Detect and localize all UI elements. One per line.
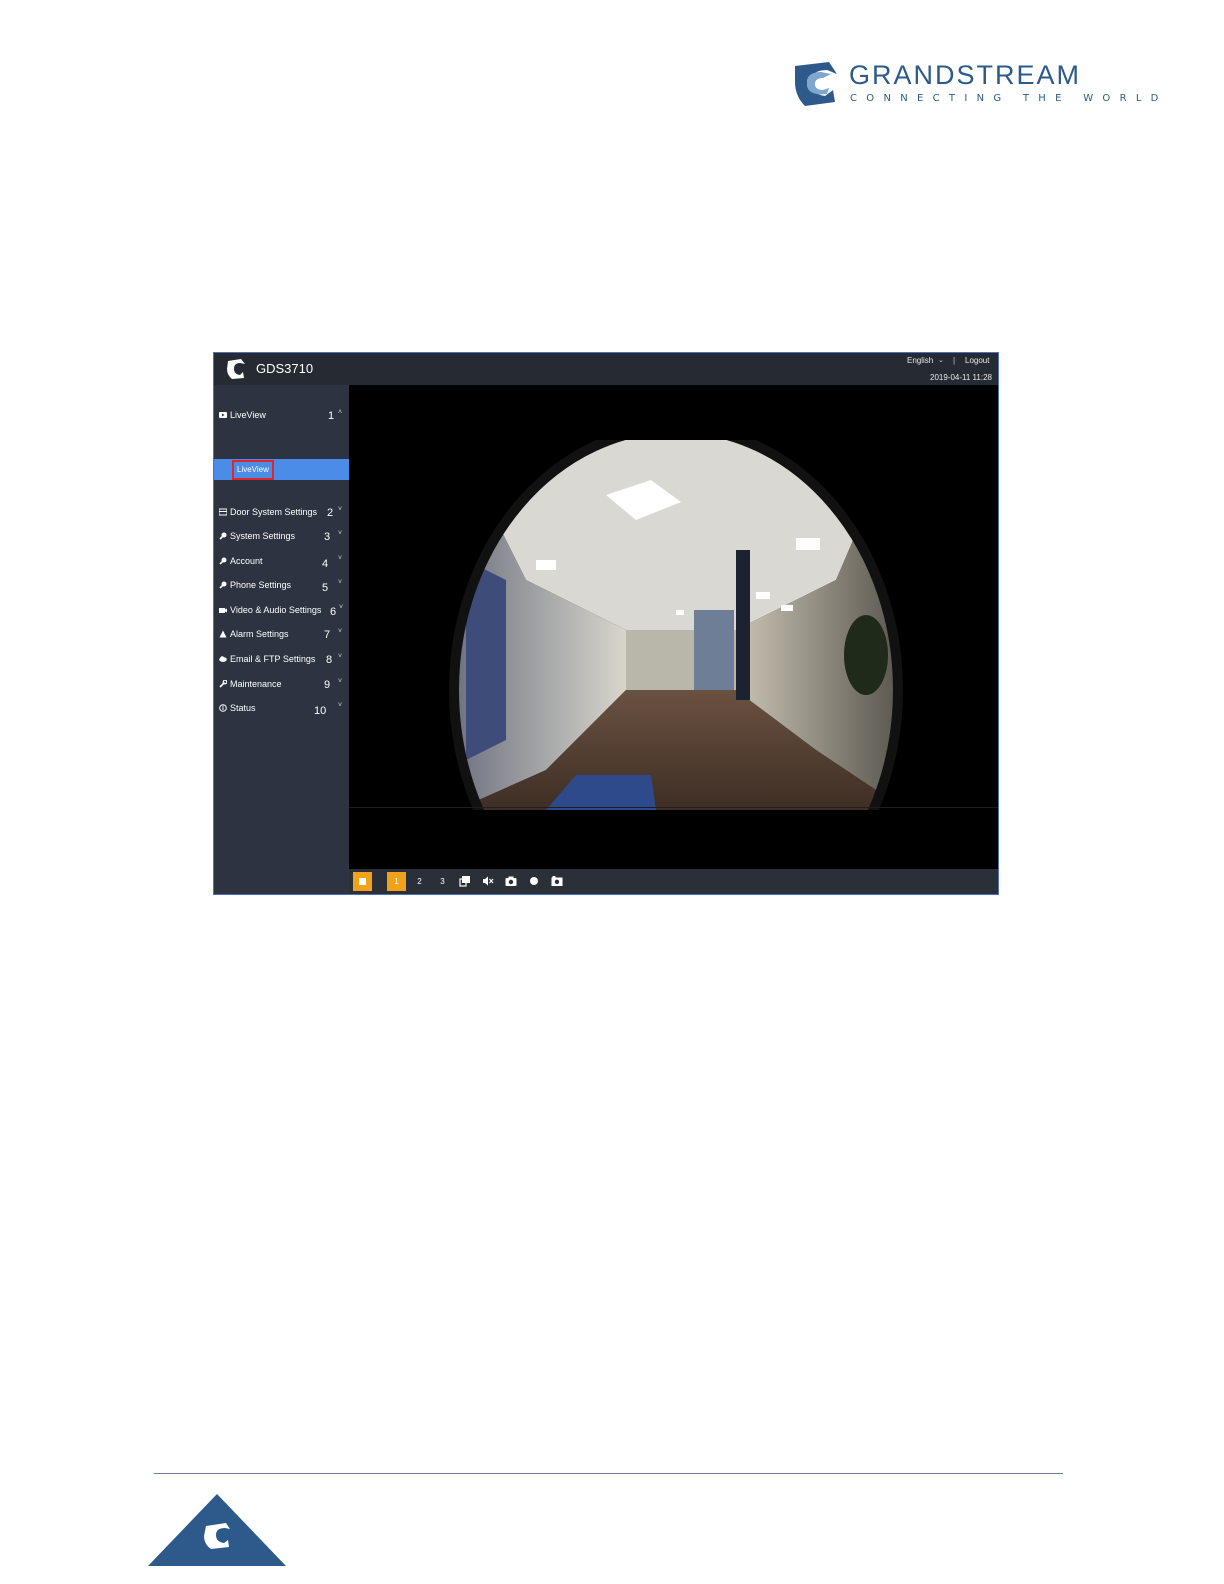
wrench-icon [219,557,227,565]
logout-link[interactable]: Logout [965,356,989,365]
sidebar-item-email-ftp-settings[interactable]: Email & FTP Settings 8 ˅ [214,650,349,670]
chevron-down-icon: ˅ [338,653,343,660]
grandstream-brand: GRANDSTREAM CONNECTING THE WORLD [793,58,1158,110]
callout-number: 10 [314,705,327,717]
callout-number: 1 [328,410,335,422]
sidebar-item-label: System Settings [230,531,296,541]
chevron-down-icon: ˅ [338,579,343,586]
stream-button-1[interactable]: 1 [387,872,406,891]
sidebar-item-phone-settings[interactable]: Phone Settings 5 ˅ [214,576,349,596]
chevron-down-icon: ˅ [338,628,343,635]
stop-icon[interactable] [353,872,372,891]
chevron-down-icon: ˅ [338,555,343,562]
fisheye-video-frame [449,440,903,810]
capture-icon[interactable] [551,875,563,887]
sidebar-item-label: LiveView [230,410,266,420]
sidebar-item-label: Maintenance [230,679,282,689]
sidebar-item-label: Email & FTP Settings [230,654,316,664]
grandstream-logo-icon [795,62,837,106]
sidebar-item-liveview[interactable]: LiveView 1 ˄ [214,406,349,426]
sidebar-subitem-liveview[interactable]: LiveView [214,459,349,480]
alarm-icon [219,630,227,638]
sidebar-item-video-audio-settings[interactable]: Video & Audio Settings 6 ˅ [214,601,349,621]
stream-button-3[interactable]: 3 [433,872,452,891]
callout-number: 5 [322,582,329,594]
brand-name: GRANDSTREAM [849,60,1082,90]
sidebar-item-label: Video & Audio Settings [230,605,322,615]
cloud-icon [219,656,227,662]
language-select[interactable]: English [907,356,933,365]
callout-number: 2 [327,507,334,519]
grandstream-footer-logo-icon [148,1494,286,1566]
datetime: 2019-04-11 11:28 [930,373,992,382]
video-toolbar: 1 2 3 [349,869,998,894]
chevron-up-icon: ˄ [338,409,343,416]
callout-number: 3 [324,531,331,543]
gds-logo-icon [227,359,245,379]
sidebar-item-door-system-settings[interactable]: Door System Settings 2 ˅ [214,503,349,523]
top-bar: GDS3710 English ⌄ | Logout 2019-04-11 11… [214,353,998,385]
camera-icon [219,608,227,613]
chevron-down-icon: ˅ [338,506,343,513]
sidebar-subitem-label: LiveView [232,460,274,480]
info-icon [219,704,227,712]
sidebar-item-maintenance[interactable]: Maintenance 9 ˅ [214,675,349,695]
sidebar: LiveView 1 ˄ LiveView Door System Settin… [214,385,349,894]
chevron-down-icon[interactable]: ⌄ [938,356,944,364]
chevron-down-icon: ˅ [338,530,343,537]
callout-number: 4 [322,558,329,570]
sidebar-item-label: Door System Settings [230,507,318,517]
snapshot-icon[interactable] [505,875,517,887]
sidebar-item-label: Phone Settings [230,580,292,590]
sidebar-item-status[interactable]: Status 10 ˅ [214,699,349,719]
callout-number: 9 [324,679,331,691]
chevron-down-icon: ˅ [339,604,344,611]
callout-number: 8 [326,654,333,666]
wrench-icon [219,581,227,589]
tool-icon [219,680,227,688]
brand-tagline: CONNECTING THE WORLD [850,93,1168,104]
stream-button-2[interactable]: 2 [410,872,429,891]
sidebar-item-label: Alarm Settings [230,629,289,639]
fullscreen-icon[interactable] [459,875,471,887]
sidebar-item-account[interactable]: Account 4 ˅ [214,552,349,572]
footer-rule [154,1473,1063,1474]
wrench-icon [219,532,227,540]
chevron-down-icon: ˅ [338,678,343,685]
sidebar-item-label: Status [230,703,256,713]
device-model: GDS3710 [256,361,314,376]
callout-number: 7 [324,629,331,641]
live-video-view[interactable] [349,385,998,869]
sidebar-item-alarm-settings[interactable]: Alarm Settings 7 ˅ [214,625,349,645]
video-icon [219,412,227,418]
sidebar-item-system-settings[interactable]: System Settings 3 ˅ [214,527,349,547]
chevron-down-icon: ˅ [338,702,343,709]
callout-number: 6 [330,606,337,618]
header-separator: | [953,356,956,365]
sidebar-item-label: Account [230,556,263,566]
mute-icon[interactable] [482,875,494,887]
gds3710-web-ui: GDS3710 English ⌄ | Logout 2019-04-11 11… [213,352,999,895]
video-divider [349,807,998,808]
door-icon [219,508,227,516]
record-icon[interactable] [528,875,540,887]
